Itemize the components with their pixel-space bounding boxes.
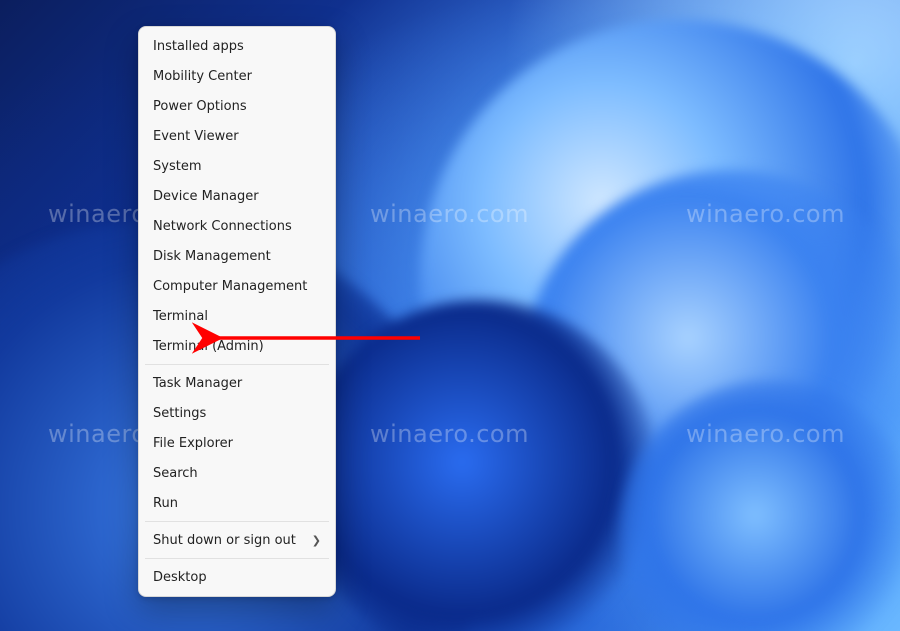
menu-item-label: Installed apps bbox=[153, 40, 244, 53]
menu-item-label: File Explorer bbox=[153, 437, 233, 450]
menu-item-task-manager[interactable]: Task Manager bbox=[139, 368, 335, 398]
menu-item-label: Disk Management bbox=[153, 250, 271, 263]
menu-item-power-options[interactable]: Power Options bbox=[139, 91, 335, 121]
menu-item-label: System bbox=[153, 160, 201, 173]
menu-item-label: Terminal bbox=[153, 310, 208, 323]
menu-item-mobility-center[interactable]: Mobility Center bbox=[139, 61, 335, 91]
menu-item-event-viewer[interactable]: Event Viewer bbox=[139, 121, 335, 151]
menu-item-label: Power Options bbox=[153, 100, 247, 113]
menu-item-device-manager[interactable]: Device Manager bbox=[139, 181, 335, 211]
chevron-right-icon: ❯ bbox=[312, 535, 321, 546]
menu-item-label: Run bbox=[153, 497, 178, 510]
menu-separator bbox=[145, 364, 329, 365]
menu-item-label: Desktop bbox=[153, 571, 207, 584]
menu-item-label: Settings bbox=[153, 407, 206, 420]
menu-item-installed-apps[interactable]: Installed apps bbox=[139, 31, 335, 61]
menu-item-settings[interactable]: Settings bbox=[139, 398, 335, 428]
menu-separator bbox=[145, 521, 329, 522]
menu-item-computer-management[interactable]: Computer Management bbox=[139, 271, 335, 301]
menu-item-desktop[interactable]: Desktop bbox=[139, 562, 335, 592]
menu-item-file-explorer[interactable]: File Explorer bbox=[139, 428, 335, 458]
menu-item-label: Device Manager bbox=[153, 190, 259, 203]
menu-item-system[interactable]: System bbox=[139, 151, 335, 181]
menu-item-label: Search bbox=[153, 467, 198, 480]
desktop-background: winaero.com winaero.com winaero.com wina… bbox=[0, 0, 900, 631]
menu-item-network-connections[interactable]: Network Connections bbox=[139, 211, 335, 241]
menu-item-shut-down-or-sign-out[interactable]: Shut down or sign out ❯ bbox=[139, 525, 335, 555]
winx-context-menu: Installed apps Mobility Center Power Optio… bbox=[138, 26, 336, 597]
menu-item-label: Event Viewer bbox=[153, 130, 239, 143]
menu-item-terminal-admin[interactable]: Terminal (Admin) bbox=[139, 331, 335, 361]
menu-item-label: Network Connections bbox=[153, 220, 292, 233]
menu-item-terminal[interactable]: Terminal bbox=[139, 301, 335, 331]
menu-item-disk-management[interactable]: Disk Management bbox=[139, 241, 335, 271]
menu-separator bbox=[145, 558, 329, 559]
menu-item-label: Computer Management bbox=[153, 280, 307, 293]
menu-item-run[interactable]: Run bbox=[139, 488, 335, 518]
menu-item-label: Shut down or sign out bbox=[153, 534, 296, 547]
menu-item-search[interactable]: Search bbox=[139, 458, 335, 488]
menu-item-label: Terminal (Admin) bbox=[153, 340, 264, 353]
menu-item-label: Task Manager bbox=[153, 377, 242, 390]
menu-item-label: Mobility Center bbox=[153, 70, 252, 83]
